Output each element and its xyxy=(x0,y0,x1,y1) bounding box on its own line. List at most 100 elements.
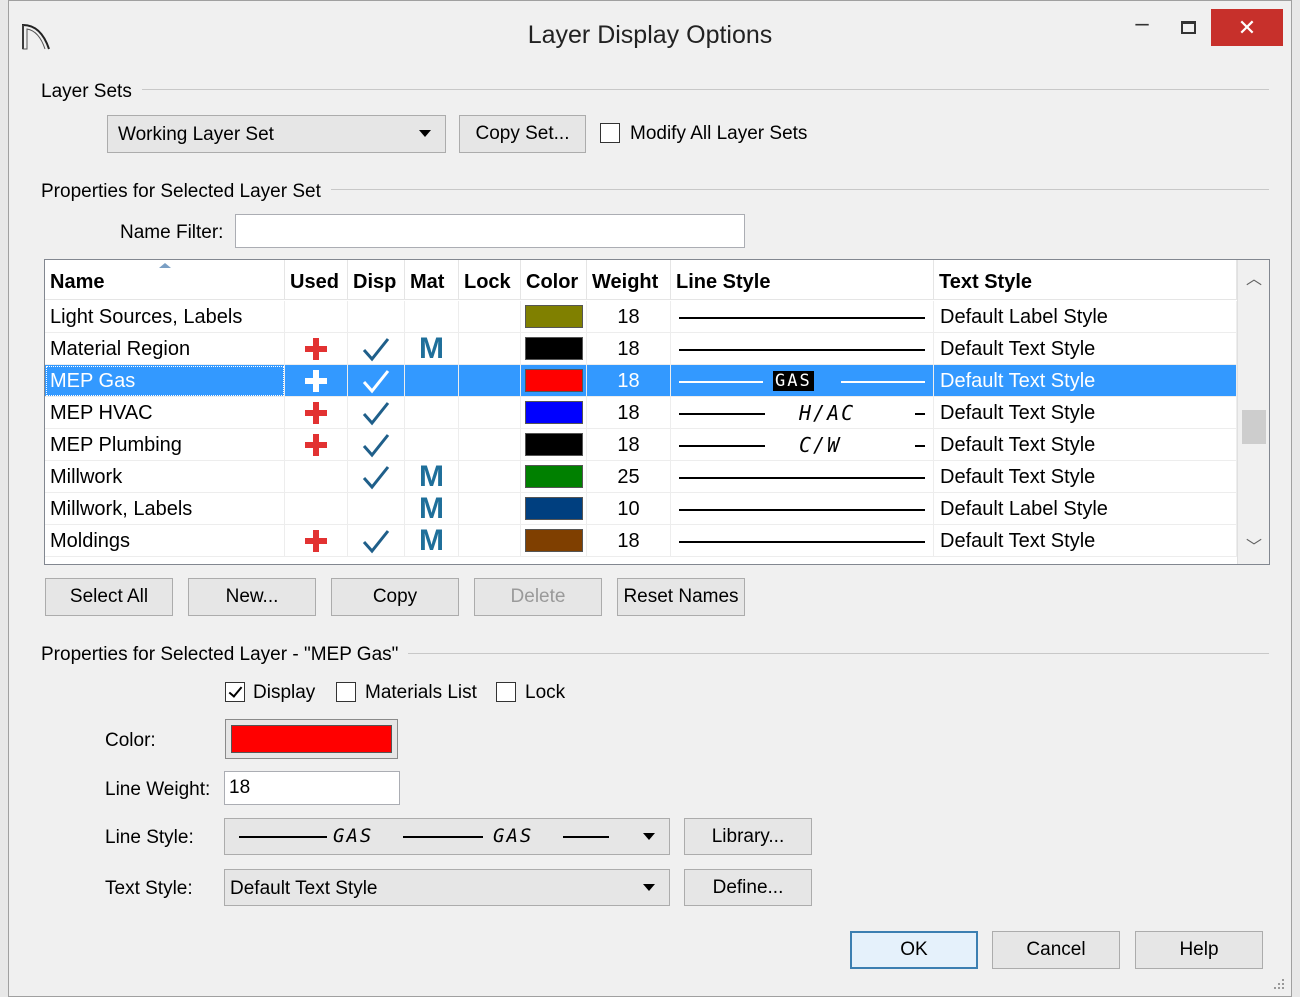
materials-list-checkbox[interactable] xyxy=(336,682,356,702)
column-header-weight[interactable]: Weight xyxy=(587,260,671,300)
layer-name-cell[interactable]: Millwork xyxy=(45,461,285,493)
lock-checkbox[interactable] xyxy=(496,682,516,702)
scroll-up-icon[interactable]: ︿ xyxy=(1238,264,1269,296)
used-cell[interactable] xyxy=(285,365,348,397)
table-row[interactable]: Moldings M 18 Default Text Style xyxy=(45,525,1237,557)
delete-layer-button[interactable]: Delete xyxy=(474,578,602,616)
column-header-disp[interactable]: Disp xyxy=(348,260,405,300)
minimize-button[interactable]: – xyxy=(1119,9,1165,45)
layer-name-cell[interactable]: Millwork, Labels xyxy=(45,493,285,525)
column-header-text-style[interactable]: Text Style xyxy=(934,260,1237,300)
used-cell[interactable] xyxy=(285,461,348,493)
table-row[interactable]: MEP HVAC 18 H/AC Default Text Style xyxy=(45,397,1237,429)
help-button[interactable]: Help xyxy=(1135,931,1263,969)
color-cell[interactable] xyxy=(521,525,587,557)
column-header-line-style[interactable]: Line Style xyxy=(671,260,934,300)
layer-name-cell[interactable]: MEP Plumbing xyxy=(45,429,285,461)
materials-cell[interactable]: M xyxy=(405,493,459,525)
display-cell[interactable] xyxy=(348,397,405,429)
text-style-cell[interactable]: Default Text Style xyxy=(934,461,1237,493)
text-style-cell[interactable]: Default Text Style xyxy=(934,429,1237,461)
table-row[interactable]: Millwork M 25 Default Text Style xyxy=(45,461,1237,493)
display-cell[interactable] xyxy=(348,333,405,365)
materials-cell[interactable] xyxy=(405,397,459,429)
used-cell[interactable] xyxy=(285,525,348,557)
display-cell[interactable] xyxy=(348,429,405,461)
text-style-cell[interactable]: Default Text Style xyxy=(934,525,1237,557)
display-cell[interactable] xyxy=(348,525,405,557)
materials-cell[interactable] xyxy=(405,365,459,397)
materials-cell[interactable]: M xyxy=(405,333,459,365)
lock-cell[interactable] xyxy=(459,333,521,365)
copy-layer-button[interactable]: Copy xyxy=(331,578,459,616)
scroll-thumb[interactable] xyxy=(1242,410,1266,444)
title-bar[interactable]: Layer Display Options – ✕ xyxy=(9,1,1291,67)
materials-cell[interactable] xyxy=(405,429,459,461)
display-cell[interactable] xyxy=(348,461,405,493)
materials-cell[interactable] xyxy=(405,301,459,333)
name-filter-input[interactable] xyxy=(235,214,745,248)
layer-name-cell[interactable]: Moldings xyxy=(45,525,285,557)
used-cell[interactable] xyxy=(285,429,348,461)
column-header-used[interactable]: Used xyxy=(285,260,348,300)
maximize-button[interactable] xyxy=(1165,9,1211,45)
text-style-dropdown[interactable]: Default Text Style xyxy=(224,869,670,906)
text-style-cell[interactable]: Default Text Style xyxy=(934,333,1237,365)
weight-cell[interactable]: 18 xyxy=(587,429,671,461)
lock-cell[interactable] xyxy=(459,397,521,429)
close-button[interactable]: ✕ xyxy=(1211,9,1283,46)
weight-cell[interactable]: 18 xyxy=(587,301,671,333)
display-cell[interactable] xyxy=(348,493,405,525)
column-header-lock[interactable]: Lock xyxy=(459,260,521,300)
copy-set-button[interactable]: Copy Set... xyxy=(459,115,586,153)
resize-grip-icon[interactable] xyxy=(1271,976,1285,990)
text-style-cell[interactable]: Default Text Style xyxy=(934,365,1237,397)
color-picker-button[interactable] xyxy=(225,719,398,759)
color-cell[interactable] xyxy=(521,461,587,493)
weight-cell[interactable]: 18 xyxy=(587,397,671,429)
line-style-cell[interactable]: H/AC xyxy=(671,397,934,429)
materials-cell[interactable]: M xyxy=(405,525,459,557)
color-cell[interactable] xyxy=(521,429,587,461)
layer-set-dropdown[interactable]: Working Layer Set xyxy=(107,115,446,153)
display-checkbox[interactable] xyxy=(225,682,245,702)
lock-cell[interactable] xyxy=(459,301,521,333)
layer-name-cell[interactable]: Light Sources, Labels xyxy=(45,301,285,333)
line-style-cell[interactable] xyxy=(671,301,934,333)
line-style-cell[interactable]: C/W xyxy=(671,429,934,461)
table-scrollbar[interactable]: ︿ ﹀ xyxy=(1237,260,1269,564)
weight-cell[interactable]: 18 xyxy=(587,525,671,557)
column-header-mat[interactable]: Mat xyxy=(405,260,459,300)
table-row[interactable]: MEP Gas 18 GAS Default Text Style xyxy=(45,365,1237,397)
lock-cell[interactable] xyxy=(459,365,521,397)
color-cell[interactable] xyxy=(521,333,587,365)
modify-all-layer-sets-checkbox[interactable] xyxy=(600,123,620,143)
library-button[interactable]: Library... xyxy=(684,818,812,855)
select-all-button[interactable]: Select All xyxy=(45,578,173,616)
weight-cell[interactable]: 10 xyxy=(587,493,671,525)
define-button[interactable]: Define... xyxy=(684,869,812,906)
layer-name-cell[interactable]: MEP HVAC xyxy=(45,397,285,429)
used-cell[interactable] xyxy=(285,301,348,333)
line-style-cell[interactable] xyxy=(671,333,934,365)
color-cell[interactable] xyxy=(521,301,587,333)
line-style-cell[interactable] xyxy=(671,493,934,525)
table-row[interactable]: Material Region M 18 Default Text Style xyxy=(45,333,1237,365)
layer-name-cell[interactable]: MEP Gas xyxy=(45,365,285,397)
used-cell[interactable] xyxy=(285,397,348,429)
column-header-name[interactable]: Name xyxy=(45,260,285,300)
used-cell[interactable] xyxy=(285,493,348,525)
scroll-down-icon[interactable]: ﹀ xyxy=(1238,532,1269,564)
lock-cell[interactable] xyxy=(459,493,521,525)
column-header-color[interactable]: Color xyxy=(521,260,587,300)
table-row[interactable]: Light Sources, Labels 18 Default Label Sty… xyxy=(45,301,1237,333)
line-style-dropdown[interactable]: GAS GAS xyxy=(224,818,670,855)
cancel-button[interactable]: Cancel xyxy=(992,931,1120,969)
table-row[interactable]: MEP Plumbing 18 C/W Default Text Style xyxy=(45,429,1237,461)
ok-button[interactable]: OK xyxy=(850,931,978,969)
display-cell[interactable] xyxy=(348,301,405,333)
weight-cell[interactable]: 25 xyxy=(587,461,671,493)
reset-names-button[interactable]: Reset Names xyxy=(617,578,745,616)
lock-cell[interactable] xyxy=(459,461,521,493)
new-layer-button[interactable]: New... xyxy=(188,578,316,616)
